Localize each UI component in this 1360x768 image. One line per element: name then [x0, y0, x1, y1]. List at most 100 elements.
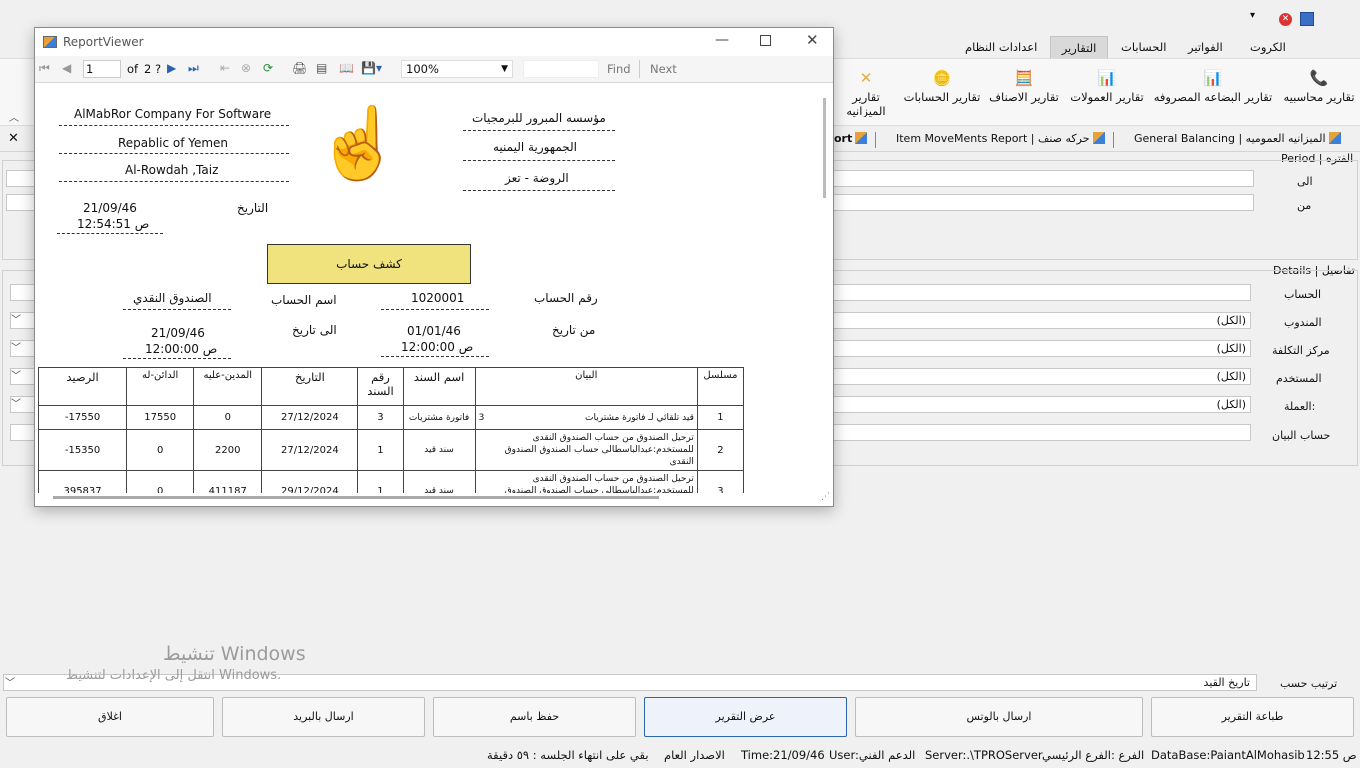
- calculator-icon: 🧮: [1014, 69, 1034, 87]
- chevron-down-icon[interactable]: ﹀: [6, 312, 26, 329]
- user-label: المستخدم: [1276, 372, 1322, 385]
- tab-general-balancing[interactable]: General Balancing | الميزانيه العموميه: [1134, 132, 1344, 145]
- first-page-icon[interactable]: ⏮: [39, 61, 50, 76]
- status-branch: الفرع :الفرع الرئيسي: [1042, 748, 1145, 762]
- report-icon: 📊: [1097, 69, 1117, 87]
- statement-table: الرصيد الدائن-له المدين-عليه التاريخ رقم…: [37, 367, 745, 493]
- table-header-row: الرصيد الدائن-له المدين-عليه التاريخ رقم…: [37, 367, 745, 406]
- status-database: DataBase:PaiantAlMohasib: [1151, 748, 1305, 762]
- column-header: المدين-عليه: [193, 367, 263, 406]
- last-page-icon[interactable]: ⏭: [188, 61, 199, 76]
- refresh-icon[interactable]: ⟳: [263, 61, 273, 75]
- viewer-toolbar: ⏮ ◀ 1 of 2 ? ▶ ⏭ ⇤ ⊗ ⟳ 🖨 ▤ 📖 💾▾ 100% ▼ F…: [35, 56, 833, 83]
- status-date: Time:21/09/46: [741, 748, 825, 762]
- save-as-button[interactable]: حفظ باسم: [433, 697, 636, 737]
- from-date: 01/01/46: [407, 324, 461, 338]
- status-user: User:الدعم الفني: [829, 748, 916, 762]
- table-row: -17550 17550 0 27/12/2024 3 فاتورة مشتري…: [37, 405, 745, 430]
- previous-page-icon[interactable]: ◀: [62, 61, 71, 75]
- accounts-reports-button[interactable]: 🪙 تقارير الحسابات: [903, 69, 981, 117]
- send-whatsapp-button[interactable]: ارسال بالوتس: [855, 697, 1143, 737]
- tab-report[interactable]: ort: [834, 132, 870, 145]
- sort-label: ترتيب حسب: [1280, 677, 1338, 690]
- show-report-button[interactable]: عرض التقرير: [644, 697, 847, 737]
- close-icon[interactable]: ✕: [8, 131, 19, 146]
- accounting-reports-button[interactable]: 📞 تقارير محاسبيه: [1283, 69, 1355, 117]
- page-number-input[interactable]: 1: [83, 60, 121, 78]
- next-page-icon[interactable]: ▶: [167, 61, 176, 75]
- page-setup-icon[interactable]: 📖: [339, 61, 354, 75]
- close-window-icon[interactable]: ✕: [806, 31, 819, 49]
- chevron-down-icon[interactable]: ﹀: [6, 340, 26, 357]
- tab-settings[interactable]: اعدادات النظام: [955, 36, 1047, 58]
- tab-reports[interactable]: التقارير: [1050, 36, 1108, 58]
- back-icon[interactable]: ⇤: [220, 61, 230, 75]
- underline: [57, 233, 163, 234]
- underline: [381, 356, 489, 357]
- underline: [59, 181, 289, 182]
- stop-icon[interactable]: ⊗: [241, 61, 251, 75]
- total-pages: 2 ?: [144, 62, 162, 76]
- goods-out-reports-button[interactable]: 📊 تقارير البضاعه المصروفه: [1152, 69, 1274, 117]
- coins-icon: 🪙: [932, 69, 952, 87]
- print-report-button[interactable]: طباعة التقرير: [1151, 697, 1354, 737]
- activation-watermark: تنشيط Windows: [163, 643, 306, 665]
- dropdown-arrow-icon[interactable]: ▼: [501, 61, 508, 77]
- underline: [123, 309, 231, 310]
- tab-item-movements[interactable]: Item MoveMents Report | حركه صنف: [896, 132, 1108, 145]
- status-bar: ص 12:55 DataBase:PaiantAlMohasib الفرع :…: [0, 742, 1360, 768]
- cost-center-label: مركز التكلفة: [1272, 344, 1330, 357]
- send-email-button[interactable]: ارسال بالبريد: [222, 697, 425, 737]
- table-row: -15350 0 2200 27/12/2024 1 سند قيد ترحيل…: [37, 429, 745, 471]
- report-viewer-icon: [43, 36, 57, 48]
- company-logo-hand-icon: ☝️: [315, 102, 403, 184]
- column-header: مسلسل: [696, 367, 745, 406]
- report-icon: 📊: [1203, 69, 1223, 87]
- phone-icon: 📞: [1309, 69, 1329, 87]
- zoom-select[interactable]: 100% ▼: [401, 60, 513, 78]
- to-time: ص 12:00:00: [145, 342, 218, 356]
- minimize-icon[interactable]: —: [715, 32, 729, 48]
- resize-grip-icon[interactable]: ⋰: [821, 492, 830, 502]
- items-reports-button[interactable]: 🧮 تقارير الاصناف: [987, 69, 1061, 117]
- export-icon[interactable]: 💾▾: [361, 61, 382, 75]
- vertical-scrollbar[interactable]: [823, 98, 826, 198]
- close-app-icon[interactable]: ✕: [1279, 13, 1292, 26]
- chevron-down-icon[interactable]: ﹀: [6, 368, 26, 385]
- chevron-down-icon[interactable]: ﹀: [0, 675, 20, 692]
- report-viewer-window: ReportViewer — ✕ ⏮ ◀ 1 of 2 ? ▶ ⏭ ⇤ ⊗ ⟳ …: [34, 27, 834, 507]
- account-name-label: اسم الحساب: [271, 293, 337, 307]
- dropdown-arrow-icon[interactable]: ▾: [1250, 10, 1255, 21]
- statement-label: حساب البيان: [1272, 429, 1331, 442]
- underline: [381, 309, 489, 310]
- print-layout-icon[interactable]: ▤: [316, 61, 327, 75]
- underline: [123, 358, 231, 359]
- from-date-label: من تاريخ: [552, 323, 596, 337]
- status-edition: الاصدار العام: [664, 748, 725, 762]
- app-icon[interactable]: [1300, 12, 1314, 26]
- viewer-title: ReportViewer: [63, 35, 144, 49]
- horizontal-scrollbar[interactable]: [53, 496, 659, 499]
- chevron-up-icon[interactable]: ︿: [9, 109, 19, 124]
- tab-accounts[interactable]: الحسابات: [1111, 36, 1176, 58]
- company-name-en: AlMabRor Company For Software: [74, 107, 272, 121]
- country-en: Repablic of Yemen: [118, 136, 229, 150]
- close-button[interactable]: اغلاق: [6, 697, 214, 737]
- find-input[interactable]: [523, 60, 599, 78]
- tab-invoices[interactable]: الفواتير: [1178, 36, 1233, 58]
- status-session: بقي على انتهاء الجلسه : ٥٩ دقيقة: [487, 748, 649, 762]
- status-server: Server:.\TPROServer: [925, 748, 1043, 762]
- balance-reports-button[interactable]: ✕ تقارير الميزانيه: [834, 69, 898, 117]
- underline: [463, 160, 615, 161]
- column-header: التاريخ: [261, 367, 359, 406]
- commission-reports-button[interactable]: 📊 تقارير العمولات: [1068, 69, 1146, 117]
- report-time: ص 12:54:51: [77, 217, 150, 231]
- account-number-label: رقم الحساب: [534, 291, 598, 305]
- chevron-down-icon[interactable]: ﹀: [6, 396, 26, 413]
- tab-cards[interactable]: الكروت: [1240, 36, 1296, 58]
- print-icon[interactable]: 🖨: [292, 61, 307, 75]
- find-link[interactable]: Find: [607, 62, 631, 76]
- next-link[interactable]: Next: [650, 62, 677, 76]
- rep-label: المندوب: [1284, 316, 1322, 329]
- maximize-icon[interactable]: [760, 35, 771, 46]
